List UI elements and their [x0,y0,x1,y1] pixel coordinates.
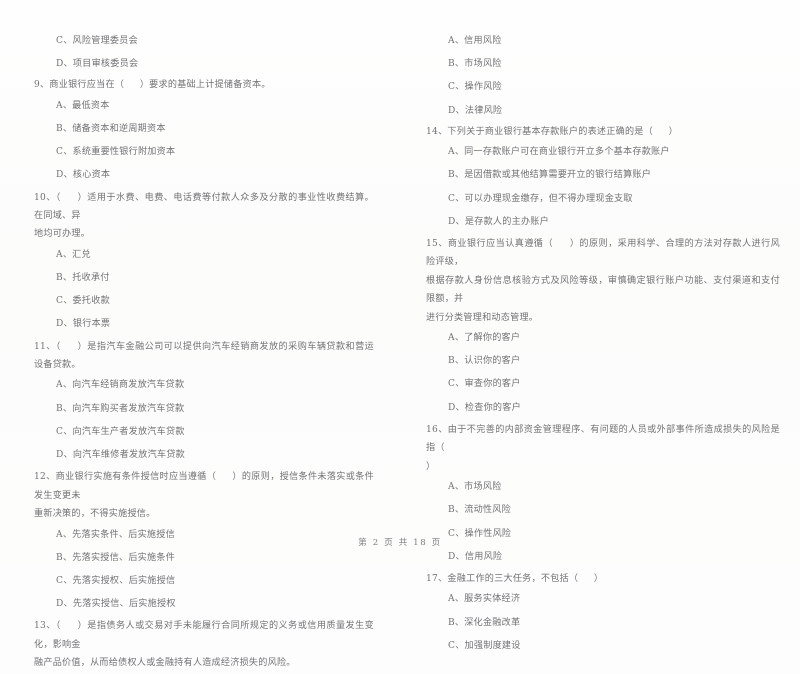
option-item: D、向汽车维修者发放汽车贷款 [56,450,186,461]
option-item: B、深化金融改革 [448,617,521,628]
question-10-options: A、汇兑 B、托收承付 C、委托收款 D、银行本票 [34,244,374,337]
option-item: D、先落实授信、后实施授权 [56,599,176,610]
option-item: A、服务实体经济 [448,594,521,605]
option-item: D、检查你的客户 [448,402,521,413]
question-14: 14、下列关于商业银行基本存款账户的表述正确的是（ ） A、同一存款账户可在商业… [426,123,780,234]
question-stem: 9、商业银行应当在（ ）要求的基础上计提储备资本。 [34,80,271,91]
question-9: 9、商业银行应当在（ ）要求的基础上计提储备资本。 A、最低资本 B、储备资本和… [34,76,374,187]
question-16-options: A、市场风险 B、流动性风险 C、操作性风险 D、信用风险 [426,476,780,569]
option-item: D、项目审核委员会 [56,59,139,70]
option-item: A、汇兑 [56,249,91,260]
question-stem: 15、商业银行应当认真遵循（ ）的原则，采用科学、合理的方法对存款人进行风险评级… [426,239,780,323]
option-item: C、可以办理现金缴存，但不得办理现金支取 [448,193,633,204]
question-10: 10、（ ）适用于水费、电费、电话费等付款人众多及分散的事业性收费结算。在同域、… [34,189,374,337]
question-11: 11、（ ）是指汽车金融公司可以提供向汽车经销商发放的采购车辆贷款和营运设备贷款… [34,338,374,468]
question-17: 17、金融工作的三大任务，不包括（ ） A、服务实体经济 B、深化金融改革 C、… [426,570,780,658]
question-11-options: A、向汽车经销商发放汽车贷款 B、向汽车购买者发放汽车贷款 C、向汽车生产者发放… [34,374,374,467]
option-item: B、认识你的客户 [448,356,521,367]
option-item: A、同一存款账户可在商业银行开立多个基本存款账户 [448,147,670,158]
exam-page: C、风险管理委员会 D、项目审核委员会 9、商业银行应当在（ ）要求的基础上计提… [0,0,800,668]
option-item: B、储备资本和逆周期资本 [56,124,166,135]
option-item: B、市场风险 [448,59,502,70]
option-item: C、先落实授权、后实施授信 [56,575,176,586]
option-item: C、向汽车生产者发放汽车贷款 [56,426,185,437]
right-leading-options: A、信用风险 B、市场风险 C、操作风险 D、法律风险 [426,30,780,123]
option-item: C、加强制度建设 [448,640,521,651]
option-item: A、最低资本 [56,100,110,111]
option-item: D、核心资本 [56,170,111,181]
option-item: B、是因借款或其他结算需要开立的银行结算账户 [448,170,652,181]
option-item: D、是存款人的主办账户 [448,216,549,227]
question-stem: 12、商业银行实施有条件授信时应当遵循（ ）的原则，授信条件未落实或条件发生变更… [34,472,374,520]
question-stem: 10、（ ）适用于水费、电费、电话费等付款人众多及分散的事业性收费结算。在同域、… [34,192,374,240]
question-14-options: A、同一存款账户可在商业银行开立多个基本存款账户 B、是因借款或其他结算需要开立… [426,141,780,234]
right-column: A、信用风险 B、市场风险 C、操作风险 D、法律风险 14、下列关于商业银行基… [400,30,800,674]
question-stem: 17、金融工作的三大任务，不包括（ ） [426,573,604,584]
option-item: C、审查你的客户 [448,379,521,390]
option-item: D、银行本票 [56,319,111,330]
question-15: 15、商业银行应当认真遵循（ ）的原则，采用科学、合理的方法对存款人进行风险评级… [426,235,780,420]
left-leading-options: C、风险管理委员会 D、项目审核委员会 [34,30,374,76]
option-item: A、了解你的客户 [448,333,521,344]
question-stem: 11、（ ）是指汽车金融公司可以提供向汽车经销商发放的采购车辆贷款和营运设备贷款… [34,341,374,371]
question-13: 13、（ ）是指债务人或交易对手未能履行合同所规定的义务或信用质量发生变化，影响… [34,617,374,672]
option-item: A、信用风险 [448,36,502,46]
question-15-options: A、了解你的客户 B、认识你的客户 C、审查你的客户 D、检查你的客户 [426,327,780,420]
option-item: D、法律风险 [448,105,503,116]
page-footer: 第 2 页 共 18 页 [358,538,442,548]
left-column: C、风险管理委员会 D、项目审核委员会 9、商业银行应当在（ ）要求的基础上计提… [0,30,400,674]
option-item: A、向汽车经销商发放汽车贷款 [56,380,185,391]
option-item: B、流动性风险 [448,505,511,516]
option-item: B、托收承付 [56,273,110,284]
question-stem: 14、下列关于商业银行基本存款账户的表述正确的是（ ） [426,126,679,137]
question-17-options: A、服务实体经济 B、深化金融改革 C、加强制度建设 [426,588,780,658]
question-stem: 13、（ ）是指债务人或交易对手未能履行合同所规定的义务或信用质量发生变化，影响… [34,621,374,669]
option-item: C、风险管理委员会 [56,36,138,46]
option-item: A、市场风险 [448,482,502,493]
two-column-body: C、风险管理委员会 D、项目审核委员会 9、商业银行应当在（ ）要求的基础上计提… [0,30,800,674]
option-item: B、向汽车购买者发放汽车贷款 [56,403,185,414]
question-stem: 16、由于不完善的内部资金管理程序、有问题的人员或外部事件所造成损失的风险是指（… [426,424,780,472]
question-9-options: A、最低资本 B、储备资本和逆周期资本 C、系统重要性银行附加资本 D、核心资本 [34,95,374,188]
option-item: D、信用风险 [448,551,503,562]
option-item: C、委托收款 [56,296,110,307]
option-item: B、先落实授信、后实施条件 [56,552,176,563]
option-item: C、操作风险 [448,82,502,93]
option-item: C、系统重要性银行附加资本 [56,147,176,158]
